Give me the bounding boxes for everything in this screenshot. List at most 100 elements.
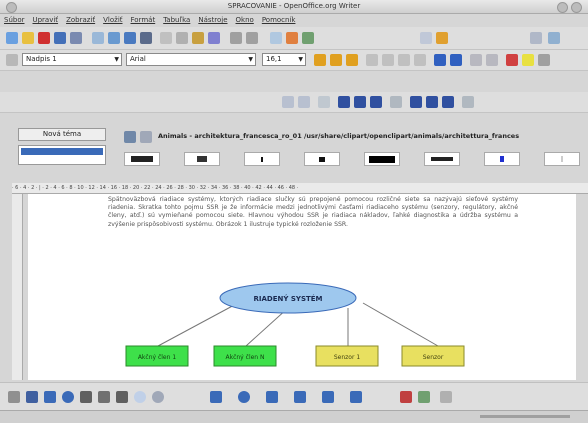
gallery-thumbnail[interactable] [484, 152, 520, 166]
horizontal-ruler[interactable]: · 6 · 4 · 2 · | · 2 · 4 · 6 · 8 · 10 · 1… [12, 183, 588, 194]
menu-insert[interactable]: Vložiť [103, 14, 122, 26]
vertical-ruler[interactable] [12, 194, 23, 380]
spellcheck-icon[interactable] [140, 32, 152, 44]
help-icon[interactable] [548, 32, 560, 44]
save-icon[interactable] [54, 32, 66, 44]
align-objects-icon[interactable] [410, 96, 422, 108]
star-icon[interactable] [350, 391, 362, 403]
copy-icon[interactable] [176, 32, 188, 44]
basic-shapes-icon[interactable] [134, 391, 146, 403]
gallery-thumbnail[interactable] [544, 152, 580, 166]
hyperlink-icon[interactable] [270, 32, 282, 44]
gallery-thumbnail[interactable] [304, 152, 340, 166]
bring-forward-icon[interactable] [338, 96, 350, 108]
font-color-icon[interactable] [506, 54, 518, 66]
zoom-icon[interactable] [530, 32, 542, 44]
close-icon[interactable] [571, 2, 582, 13]
theme-list[interactable] [18, 145, 106, 165]
edit-file-icon[interactable] [92, 32, 104, 44]
minimize-icon[interactable] [557, 2, 568, 13]
theme-list-selected-item[interactable] [21, 148, 103, 155]
menu-edit[interactable]: Upraviť [32, 14, 58, 26]
navigator-icon[interactable] [420, 32, 432, 44]
menu-format[interactable]: Formát [131, 14, 156, 26]
text-icon[interactable] [98, 391, 110, 403]
status-bar [0, 410, 588, 423]
symbol-shapes-icon[interactable] [152, 391, 164, 403]
block-arrows-icon[interactable] [210, 391, 222, 403]
send-backward-icon[interactable] [354, 96, 366, 108]
gallery-thumbnail[interactable] [184, 152, 220, 166]
menu-help[interactable]: Pomocník [262, 14, 296, 26]
wrap-off-icon[interactable] [282, 96, 294, 108]
menu-file[interactable]: Súbor [4, 14, 24, 26]
justify-icon[interactable] [414, 54, 426, 66]
print-preview-icon[interactable] [124, 32, 136, 44]
menu-tools[interactable]: Nástroje [198, 14, 227, 26]
numbering-icon[interactable] [434, 54, 446, 66]
fontwork-icon[interactable] [400, 391, 412, 403]
stars-icon[interactable] [294, 391, 306, 403]
callout-icon[interactable] [116, 391, 128, 403]
menu-window[interactable]: Okno [236, 14, 254, 26]
properties-icon[interactable] [462, 96, 474, 108]
flip-icon[interactable] [442, 96, 454, 108]
icon-view-icon[interactable] [124, 131, 136, 143]
menu-table[interactable]: Tabuľka [163, 14, 190, 26]
from-file-icon[interactable] [418, 391, 430, 403]
table-icon[interactable] [286, 32, 298, 44]
bullets-icon[interactable] [450, 54, 462, 66]
highlight-icon[interactable] [522, 54, 534, 66]
gallery-thumbnail[interactable] [124, 152, 160, 166]
gallery-thumbnail[interactable] [424, 152, 460, 166]
align-center-icon[interactable] [382, 54, 394, 66]
freeform-icon[interactable] [80, 391, 92, 403]
decrease-indent-icon[interactable] [470, 54, 482, 66]
rotate-icon[interactable] [426, 96, 438, 108]
bold-icon[interactable] [314, 54, 326, 66]
undo-icon[interactable] [230, 32, 242, 44]
extrusion-icon[interactable] [440, 391, 452, 403]
line-icon[interactable] [26, 391, 38, 403]
gallery-thumbnail[interactable] [364, 152, 400, 166]
email-icon[interactable] [108, 32, 120, 44]
select-arrow-icon[interactable] [8, 391, 20, 403]
points-icon[interactable] [322, 391, 334, 403]
draw-functions-icon[interactable] [302, 32, 314, 44]
system-diagram[interactable]: RIADENÝ SYSTÉM Akčný člen 1 Akčný člen N… [108, 278, 520, 378]
increase-indent-icon[interactable] [486, 54, 498, 66]
background-color-icon[interactable] [538, 54, 550, 66]
wrap-page-icon[interactable] [298, 96, 310, 108]
clone-format-icon[interactable] [208, 32, 220, 44]
gallery-thumbnail[interactable] [244, 152, 280, 166]
new-document-icon[interactable] [6, 32, 18, 44]
print-icon[interactable] [70, 32, 82, 44]
menu-view[interactable]: Zobraziť [66, 14, 95, 26]
ellipse-icon[interactable] [62, 391, 74, 403]
styles-icon[interactable] [6, 54, 18, 66]
font-size-select[interactable]: 16,1 ▼ [262, 53, 306, 66]
gallery-icon[interactable] [436, 32, 448, 44]
font-name-select[interactable]: Arial ▼ [126, 53, 256, 66]
rectangle-icon[interactable] [44, 391, 56, 403]
paragraph-style-select[interactable]: Nadpis 1 ▼ [22, 53, 122, 66]
underline-icon[interactable] [346, 54, 358, 66]
new-theme-button[interactable]: Nová téma [18, 128, 106, 141]
cut-icon[interactable] [160, 32, 172, 44]
anchor-icon[interactable] [318, 96, 330, 108]
to-foreground-icon[interactable] [370, 96, 382, 108]
callouts-icon[interactable] [266, 391, 278, 403]
align-left-icon[interactable] [366, 54, 378, 66]
paste-icon[interactable] [192, 32, 204, 44]
flowchart-icon[interactable] [238, 391, 250, 403]
open-icon[interactable] [22, 32, 34, 44]
align-right-icon[interactable] [398, 54, 410, 66]
window-menu-icon[interactable] [6, 2, 17, 13]
italic-icon[interactable] [330, 54, 342, 66]
group-icon[interactable] [390, 96, 402, 108]
zoom-slider[interactable] [480, 415, 570, 418]
pdf-export-icon[interactable] [38, 32, 50, 44]
body-paragraph[interactable]: Spätnoväzbová riadiace systémy, ktorých … [108, 196, 518, 229]
detail-view-icon[interactable] [140, 131, 152, 143]
redo-icon[interactable] [246, 32, 258, 44]
